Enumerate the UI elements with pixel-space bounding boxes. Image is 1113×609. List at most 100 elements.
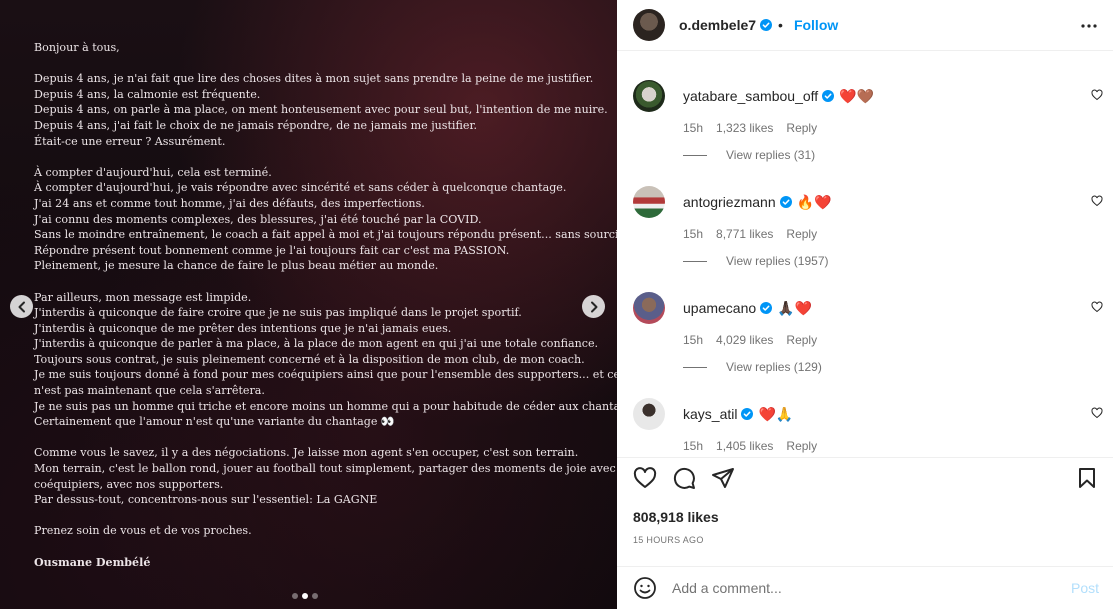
reply-button[interactable]: Reply xyxy=(786,439,817,453)
emoji-smile-icon[interactable] xyxy=(633,576,657,600)
view-replies-label: View replies (1957) xyxy=(726,254,829,268)
commenter-avatar[interactable] xyxy=(633,186,665,218)
comments-list[interactable]: yatabare_sambou_off ❤️🤎 15h 1,323 likes … xyxy=(617,52,1113,457)
reply-button[interactable]: Reply xyxy=(786,121,817,135)
view-replies-label: View replies (129) xyxy=(726,360,822,374)
comment-text: 🙏🏿❤️ xyxy=(777,299,813,316)
commenter-username[interactable]: yatabare_sambou_off xyxy=(683,88,818,104)
commenter-username[interactable]: antogriezmann xyxy=(683,194,776,210)
letter-greeting: Bonjour à tous, xyxy=(34,41,120,54)
comment-likes[interactable]: 4,029 likes xyxy=(716,333,773,347)
carousel-indicator xyxy=(292,593,318,599)
carousel-dot-active xyxy=(302,593,308,599)
view-replies-button[interactable]: View replies (129) xyxy=(683,360,822,374)
reply-button[interactable]: Reply xyxy=(786,227,817,241)
letter-line: Depuis 4 ans, la calmonie est fréquente. xyxy=(34,87,261,101)
letter-line: J'interdis à quiconque de faire croire q… xyxy=(34,306,522,320)
letter-paragraph-1: Depuis 4 ans, je n'ai fait que lire des … xyxy=(34,71,608,149)
verified-badge-icon xyxy=(760,19,773,31)
letter-line: Certainement que l'amour n'est qu'une va… xyxy=(34,415,395,429)
letter-line: n'est pas maintenant que cela s'arrêtera… xyxy=(34,384,265,398)
replies-divider xyxy=(683,154,707,156)
commenter-avatar[interactable] xyxy=(633,80,665,112)
comment-bubble-icon[interactable] xyxy=(672,466,696,490)
like-comment-heart-icon[interactable] xyxy=(1091,407,1103,419)
reply-button[interactable]: Reply xyxy=(786,333,817,347)
post-header: o.dembele7 • Follow xyxy=(617,0,1113,51)
letter-line: J'ai 24 ans et comme tout homme, j'ai de… xyxy=(34,196,425,210)
letter-text: Bonjour à tous, Depuis 4 ans, je n'ai fa… xyxy=(34,40,617,570)
letter-line: Par dessus-tout, concentrons-nous sur l'… xyxy=(34,493,378,507)
post-actions: 808,918 likes 15 HOURS AGO xyxy=(617,457,1113,557)
letter-line: coéquipiers, avec nos supporters. xyxy=(34,477,224,491)
letter-line: Depuis 4 ans, j'ai fait le choix de ne j… xyxy=(34,118,478,132)
carousel-next-button[interactable] xyxy=(582,295,605,318)
post-timestamp[interactable]: 15 HOURS AGO xyxy=(633,535,704,545)
letter-line: Était-ce une erreur ? Assurément. xyxy=(34,134,226,148)
like-comment-heart-icon[interactable] xyxy=(1091,89,1103,101)
chevron-right-icon xyxy=(590,301,597,312)
verified-badge-icon xyxy=(741,408,754,420)
post-image: Bonjour à tous, Depuis 4 ans, je n'ai fa… xyxy=(0,0,617,609)
replies-divider xyxy=(683,366,707,368)
commenter-avatar[interactable] xyxy=(633,292,665,324)
comment-time[interactable]: 15h xyxy=(683,121,703,135)
comment-likes[interactable]: 1,405 likes xyxy=(716,439,773,453)
verified-badge-icon xyxy=(760,302,773,314)
carousel-dot xyxy=(312,593,318,599)
letter-line: Depuis 4 ans, je n'ai fait que lire des … xyxy=(34,72,594,86)
comment-time[interactable]: 15h xyxy=(683,439,703,453)
chevron-left-icon xyxy=(18,301,25,312)
letter-line: J'interdis à quiconque de me prêter des … xyxy=(34,321,452,335)
carousel-prev-button[interactable] xyxy=(10,295,33,318)
like-comment-heart-icon[interactable] xyxy=(1091,195,1103,207)
post-comment-button[interactable]: Post xyxy=(1071,580,1099,596)
view-replies-button[interactable]: View replies (1957) xyxy=(683,254,829,268)
comment-text: ❤️🙏 xyxy=(758,405,794,422)
letter-line: Toujours sous contrat, je suis pleinemen… xyxy=(34,352,585,366)
replies-divider xyxy=(683,260,707,262)
share-paper-plane-icon[interactable] xyxy=(711,466,735,490)
letter-signature: Ousmane Dembélé xyxy=(34,555,151,569)
comment-likes[interactable]: 8,771 likes xyxy=(716,227,773,241)
commenter-username[interactable]: upamecano xyxy=(683,300,756,316)
letter-line: Pleinement, je mesure la chance de faire… xyxy=(34,259,439,273)
letter-line: Comme vous le savez, il y a des négociat… xyxy=(34,446,579,460)
view-replies-button[interactable]: View replies (31) xyxy=(683,148,815,162)
letter-line: J'ai connu des moments complexes, des bl… xyxy=(34,212,482,226)
like-heart-icon[interactable] xyxy=(633,466,657,490)
letter-closing: Prenez soin de vous et de vos proches. xyxy=(34,524,252,538)
like-comment-heart-icon[interactable] xyxy=(1091,301,1103,313)
verified-badge-icon xyxy=(779,196,792,208)
follow-button[interactable]: Follow xyxy=(794,17,838,33)
comment-text: ❤️🤎 xyxy=(839,87,875,104)
comment-composer: Post xyxy=(617,566,1113,609)
likes-count[interactable]: 808,918 likes xyxy=(633,509,719,525)
comment-likes[interactable]: 1,323 likes xyxy=(716,121,773,135)
carousel-dot xyxy=(292,593,298,599)
commenter-avatar[interactable] xyxy=(633,398,665,430)
comment-time[interactable]: 15h xyxy=(683,333,703,347)
verified-badge-icon xyxy=(822,90,835,102)
comment-time[interactable]: 15h xyxy=(683,227,703,241)
letter-line: À compter d'aujourd'hui, cela est termin… xyxy=(34,165,272,179)
comment-input[interactable] xyxy=(672,580,1052,596)
author-username[interactable]: o.dembele7 xyxy=(679,17,756,33)
letter-paragraph-2: À compter d'aujourd'hui, cela est termin… xyxy=(34,165,617,274)
instagram-post-modal: Bonjour à tous, Depuis 4 ans, je n'ai fa… xyxy=(0,0,1113,609)
save-bookmark-icon[interactable] xyxy=(1075,466,1099,490)
commenter-username[interactable]: kays_atil xyxy=(683,406,737,422)
letter-paragraph-3: Par ailleurs, mon message est limpide. J… xyxy=(34,290,617,430)
letter-line: Répondre présent tout bonnement comme je… xyxy=(34,243,510,257)
post-sidebar: o.dembele7 • Follow yatabare_sambou_off … xyxy=(617,0,1113,609)
more-options-button[interactable] xyxy=(1079,16,1099,36)
letter-line: Depuis 4 ans, on parle à ma place, on me… xyxy=(34,103,608,117)
letter-line: À compter d'aujourd'hui, je vais répondr… xyxy=(34,181,567,195)
letter-line: Je ne suis pas un homme qui triche et en… xyxy=(34,399,617,413)
letter-line: Je me suis toujours donné à fond pour me… xyxy=(34,368,617,382)
author-avatar[interactable] xyxy=(633,9,665,41)
view-replies-label: View replies (31) xyxy=(726,148,816,162)
letter-line: Mon terrain, c'est le ballon rond, jouer… xyxy=(34,462,617,476)
letter-line: J'interdis à quiconque de parler à ma pl… xyxy=(34,337,599,351)
letter-line: Par ailleurs, mon message est limpide. xyxy=(34,290,252,304)
